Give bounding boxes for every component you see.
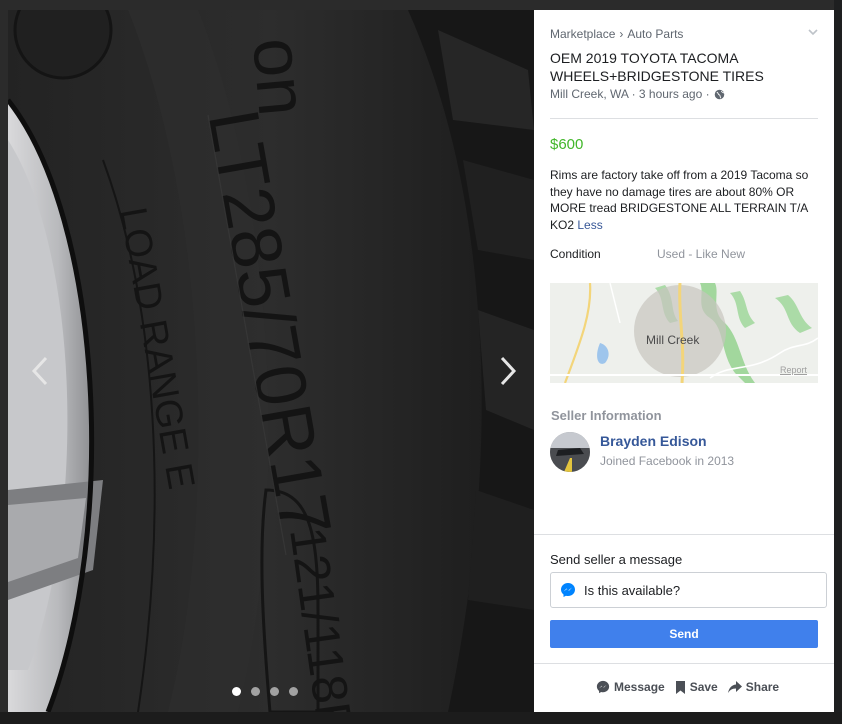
next-photo-button[interactable]	[498, 356, 526, 388]
condition-label: Condition	[550, 247, 601, 261]
actions-divider	[534, 663, 834, 664]
seller-avatar[interactable]	[550, 432, 590, 472]
map-report-link[interactable]: Report	[780, 365, 807, 375]
share-arrow-icon	[727, 681, 742, 693]
breadcrumb-marketplace[interactable]: Marketplace	[550, 27, 615, 41]
chevron-down-icon[interactable]	[806, 26, 820, 38]
breadcrumb-separator: ›	[619, 27, 624, 41]
listing-photo[interactable]: LT285/70R17 LOAD RANGE E 121/118R on	[8, 10, 534, 712]
save-button-label: Save	[689, 680, 718, 694]
backdrop-edge	[834, 0, 842, 724]
listing-price: $600	[550, 136, 584, 153]
listing-title: OEM 2019 TOYOTA TACOMA WHEELS+BRIDGESTON…	[550, 50, 764, 84]
save-button[interactable]: Save	[675, 680, 718, 694]
messenger-icon	[561, 583, 575, 597]
photo-pagination	[232, 687, 298, 696]
listing-details-panel: Marketplace › Auto Parts OEM 2019 TOYOTA…	[534, 10, 834, 712]
chevron-right-icon	[500, 356, 517, 386]
tire-photo-image: LT285/70R17 LOAD RANGE E 121/118R on	[8, 10, 534, 712]
divider	[550, 118, 818, 119]
message-button-label: Message	[614, 680, 665, 694]
breadcrumb: Marketplace › Auto Parts	[550, 27, 683, 41]
backdrop-bottom-edge	[0, 712, 842, 724]
listing-actions: Message Save Share	[596, 680, 779, 694]
seller-info-heading: Seller Information	[551, 408, 662, 423]
message-input-text: Is this available?	[584, 582, 681, 598]
section-divider	[534, 534, 834, 535]
photo-dot-4[interactable]	[289, 687, 298, 696]
seller-name-link[interactable]: Brayden Edison	[600, 433, 707, 449]
message-button[interactable]: Message	[596, 680, 665, 694]
listing-location-time: Mill Creek, WA · 3 hours ago ·	[550, 87, 725, 101]
listing-description: Rims are factory take off from a 2019 Ta…	[550, 167, 818, 233]
brand-fragment-text: on	[238, 35, 322, 119]
message-input[interactable]: Is this available?	[550, 572, 827, 608]
messenger-icon	[596, 680, 610, 694]
previous-photo-button[interactable]	[30, 356, 58, 388]
avatar-image	[550, 432, 590, 472]
chevron-left-icon	[31, 356, 48, 386]
location-time-text: Mill Creek, WA · 3 hours ago ·	[550, 87, 710, 101]
message-seller-label: Send seller a message	[550, 552, 683, 567]
location-map[interactable]: Mill Creek Report	[550, 283, 818, 383]
share-button-label: Share	[745, 680, 780, 694]
show-less-link[interactable]: Less	[577, 218, 602, 232]
breadcrumb-auto-parts[interactable]: Auto Parts	[627, 27, 683, 41]
condition-value: Used - Like New	[657, 247, 746, 261]
photo-dot-2[interactable]	[251, 687, 260, 696]
globe-icon	[714, 89, 724, 99]
photo-dot-3[interactable]	[270, 687, 279, 696]
bookmark-icon	[675, 680, 685, 694]
seller-joined-text: Joined Facebook in 2013	[600, 454, 735, 468]
map-place-label: Mill Creek	[646, 333, 700, 347]
send-button[interactable]: Send	[550, 620, 818, 648]
share-button[interactable]: Share	[727, 680, 780, 694]
photo-dot-1[interactable]	[232, 687, 241, 696]
